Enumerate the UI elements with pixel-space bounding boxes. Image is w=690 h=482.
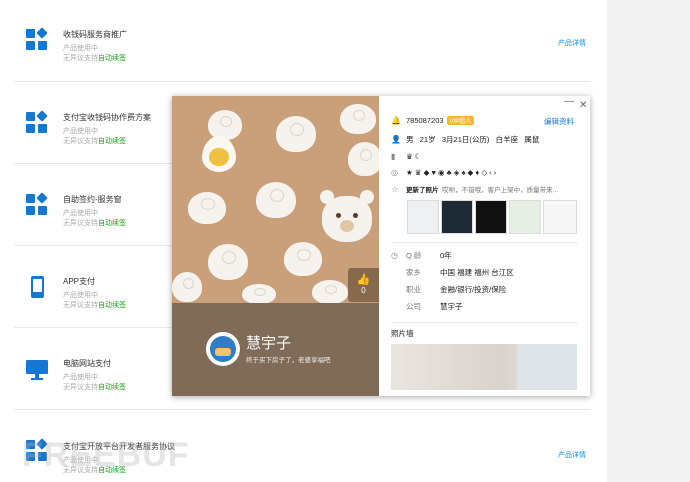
- thumbs-up-icon: 👍: [356, 274, 371, 286]
- clock-icon: ◷: [391, 251, 398, 260]
- profile-info-panel: — ✕ 🔔 785087203 VIP超人 编辑资料 👤 男 21岁 3月21日(公历…: [379, 96, 590, 396]
- vip-badge[interactable]: VIP超人: [446, 116, 475, 125]
- like-button[interactable]: 👍 0: [348, 268, 379, 302]
- right-gutter: [607, 0, 690, 482]
- product-renewal: 无异议支持自动续签: [63, 384, 126, 391]
- level-row: ▮ ♛ ☾: [391, 152, 422, 161]
- grid-icon: [26, 110, 48, 134]
- product-status: 产品使用中: [63, 210, 98, 217]
- product-detail-link[interactable]: 产品详情: [558, 450, 586, 460]
- watermark: FREEBUF: [22, 436, 190, 474]
- basic-info-row: 👤 男 21岁 3月21日(公历) 白羊座 属鼠: [391, 135, 540, 144]
- product-title[interactable]: 电脑网站支付: [63, 358, 111, 369]
- product-renewal: 无异议支持自动续签: [63, 220, 126, 227]
- signature: 终于买下房子了，老婆享福吧: [246, 357, 331, 364]
- product-status: 产品使用中: [63, 292, 98, 299]
- product-renewal: 无异议支持自动续签: [63, 138, 126, 145]
- product-detail-link[interactable]: 产品详情: [558, 38, 586, 48]
- nickname: 慧宇子: [246, 335, 292, 352]
- photo-update-row: ☆ 更新了照片 哎哟，不错哦，客户上架中，质量带来...: [391, 185, 559, 194]
- company-row: 公司 慧宇子: [406, 302, 463, 311]
- close-icon[interactable]: ✕: [579, 100, 587, 111]
- product-title[interactable]: 支付宝收钱码协作费方案: [63, 112, 151, 123]
- monitor-icon: [26, 358, 48, 380]
- camera-icon: ◎: [391, 168, 398, 177]
- grid-icon: [26, 27, 48, 51]
- product-status: 产品使用中: [63, 45, 98, 52]
- star-outline-icon: ☆: [391, 185, 399, 194]
- qage-row: ◷ Q 龄 0年: [391, 251, 452, 260]
- photo-wall[interactable]: [391, 344, 577, 390]
- list-item: 收钱码服务商推广 产品使用中 无异议支持自动续签 产品详情: [14, 0, 590, 82]
- product-title[interactable]: 自助签约-服务窗: [63, 194, 122, 205]
- product-title[interactable]: 收钱码服务商推广: [63, 29, 127, 40]
- minimize-icon[interactable]: —: [564, 96, 574, 107]
- product-status: 产品使用中: [63, 128, 98, 135]
- job-row: 职业 金融/银行/投资/保险: [406, 285, 507, 294]
- bear-illustration: [320, 190, 374, 242]
- photo-thumbnails[interactable]: [407, 200, 585, 234]
- badges-row: ◎ ★ ♛ ◆ ♥ ◉ ♣ ◈ ♠ ◆ ♦ ◇ ‹ ›: [391, 168, 497, 177]
- product-renewal: 无异议支持自动续签: [63, 302, 126, 309]
- bell-icon: 🔔: [391, 116, 401, 125]
- product-title[interactable]: APP支付: [63, 276, 95, 287]
- edit-profile-link[interactable]: 编辑资料: [544, 116, 574, 127]
- grid-icon: [26, 192, 48, 216]
- phone-icon: [26, 276, 48, 298]
- product-status: 产品使用中: [63, 374, 98, 381]
- photo-wall-label: 照片墙: [391, 329, 414, 338]
- profile-card: 👍 0 慧宇子 终于买下房子了，老婆享福吧 — ✕ 🔔 785087203 VIP超…: [172, 96, 590, 396]
- bar-chart-icon: ▮: [391, 152, 396, 161]
- person-icon: 👤: [391, 135, 401, 144]
- hometown-row: 家乡 中国 福建 福州 台江区: [406, 268, 514, 277]
- like-count: 0: [361, 286, 366, 295]
- qq-number-row: 🔔 785087203 VIP超人: [391, 116, 475, 125]
- avatar[interactable]: [206, 332, 240, 366]
- product-renewal: 无异议支持自动续签: [63, 55, 126, 62]
